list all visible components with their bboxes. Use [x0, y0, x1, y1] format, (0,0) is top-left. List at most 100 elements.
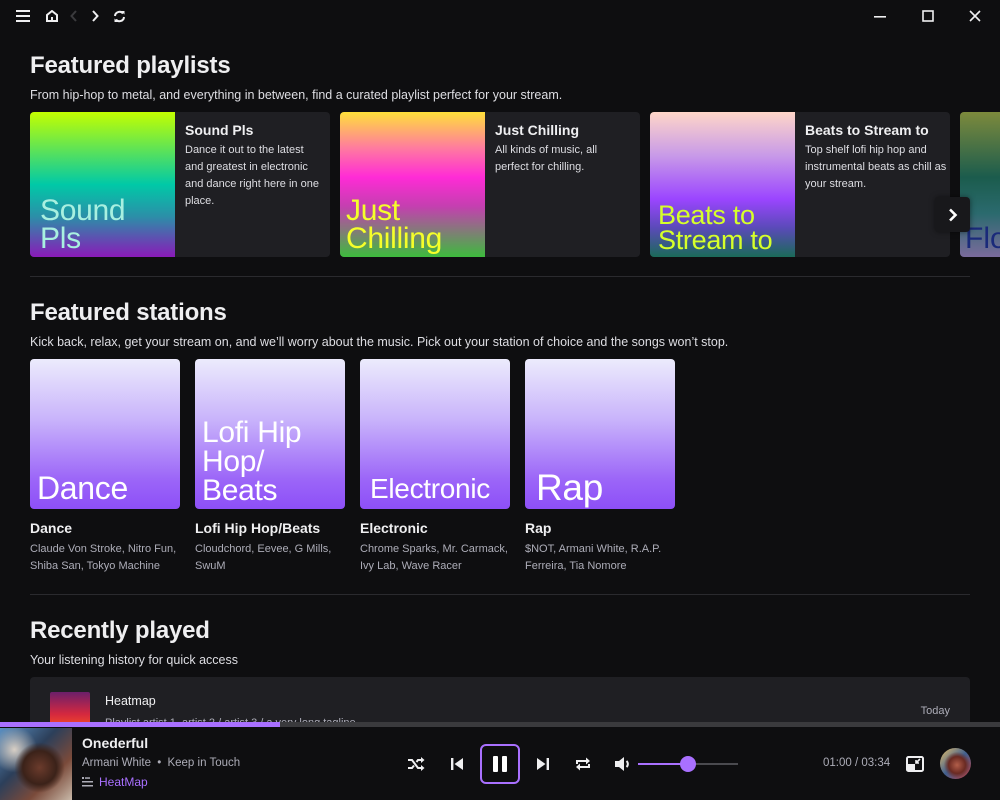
featured-playlists-header: Featured playlists From hip-hop to metal…	[30, 52, 970, 102]
minimize-button[interactable]	[870, 6, 890, 26]
time-separator: /	[851, 757, 862, 769]
close-icon	[969, 10, 981, 22]
maximize-icon	[922, 10, 934, 22]
section-divider	[30, 594, 970, 595]
playlist-card-partial[interactable]: Flo	[960, 112, 1000, 257]
playlist-art-text: Just Chilling	[346, 194, 442, 255]
station-art-text: Electronic	[370, 473, 490, 504]
playlist-card[interactable]: Sound Pls Sound Pls Dance it out to the …	[30, 112, 330, 257]
volume-button[interactable]	[612, 753, 634, 775]
menu-button[interactable]	[13, 6, 33, 26]
station-title: Rap	[525, 520, 552, 536]
playlist-art-text: Sound Pls	[40, 194, 126, 255]
station-card[interactable]: Rap Rap $NOT, Armani White, R.A.P. Ferre…	[525, 359, 675, 575]
menu-icon	[16, 10, 30, 22]
mini-player-icon	[906, 756, 924, 772]
back-button[interactable]	[64, 6, 84, 26]
carousel-next-button[interactable]	[935, 197, 970, 232]
volume-icon	[615, 757, 629, 771]
title-bar	[0, 0, 1000, 32]
total-duration: 03:34	[861, 757, 891, 769]
maximize-button[interactable]	[918, 6, 938, 26]
playlist-art: Just Chilling	[340, 112, 485, 257]
play-pause-button[interactable]	[480, 744, 520, 784]
playlist-card[interactable]: Beats to Stream to Beats to Stream to To…	[650, 112, 950, 257]
previous-button[interactable]	[446, 753, 468, 775]
track-meta: Armani White • Keep in Touch	[82, 757, 240, 769]
section-title: Recently played	[30, 617, 210, 644]
playlist-art: Beats to Stream to	[650, 112, 795, 257]
stations-row: Dance Dance Claude Von Stroke, Nitro Fun…	[30, 359, 970, 579]
playlist-title: Just Chilling	[495, 122, 579, 138]
playlist-title: Beats to Stream to	[805, 122, 929, 138]
album-cover[interactable]	[0, 728, 72, 800]
playlist-info: Beats to Stream to Top shelf lofi hip ho…	[795, 112, 950, 257]
pause-icon	[493, 756, 507, 772]
current-playlist-link[interactable]: HeatMap	[82, 775, 148, 789]
track-title[interactable]: Onederful	[82, 735, 148, 751]
main-content[interactable]: Featured playlists From hip-hop to metal…	[0, 32, 1000, 722]
station-art: Rap	[525, 359, 675, 509]
repeat-button[interactable]	[571, 753, 595, 775]
section-subtitle: From hip-hop to metal, and everything in…	[30, 88, 563, 102]
section-subtitle: Your listening history for quick access	[30, 653, 238, 667]
forward-button[interactable]	[85, 6, 105, 26]
back-icon	[70, 10, 77, 22]
station-art-text: Lofi Hip Hop/ Beats	[202, 416, 302, 507]
home-icon	[46, 10, 58, 22]
refresh-button[interactable]	[109, 6, 129, 26]
section-title: Featured playlists	[30, 52, 231, 79]
home-button[interactable]	[42, 6, 62, 26]
station-artists: Chrome Sparks, Mr. Carmack, Ivy Lab, Wav…	[360, 543, 508, 572]
skip-next-icon	[537, 758, 549, 770]
recently-played-thumbnail	[50, 692, 90, 722]
repeat-icon	[576, 757, 590, 771]
close-button[interactable]	[965, 6, 985, 26]
playlist-description: Dance it out to the latest and greatest …	[185, 144, 319, 207]
section-divider	[30, 276, 970, 277]
station-title: Electronic	[360, 520, 428, 536]
refresh-icon	[113, 10, 125, 22]
minimize-icon	[874, 16, 886, 18]
playlist-art: Sound Pls	[30, 112, 175, 257]
meta-separator: •	[157, 757, 162, 769]
user-avatar[interactable]	[940, 748, 971, 779]
section-title: Featured stations	[30, 299, 227, 326]
station-art: Electronic	[360, 359, 510, 509]
station-title: Lofi Hip Hop/Beats	[195, 520, 321, 536]
playback-time: 01:00 / 03:34	[823, 757, 890, 769]
station-card[interactable]: Dance Dance Claude Von Stroke, Nitro Fun…	[30, 359, 180, 575]
station-art: Dance	[30, 359, 180, 509]
playlist-carousel: Sound Pls Sound Pls Dance it out to the …	[30, 112, 1000, 257]
volume-slider[interactable]	[638, 756, 738, 772]
player-bar: Onederful Armani White • Keep in Touch H…	[0, 727, 1000, 800]
playlist-description: Top shelf lofi hip hop and instrumental …	[805, 144, 947, 190]
station-art-text: Dance	[37, 470, 129, 506]
station-artists: $NOT, Armani White, R.A.P. Ferreira, Tia…	[525, 543, 662, 572]
track-artist[interactable]: Armani White	[82, 757, 151, 769]
recently-played-item[interactable]: Heatmap Playlist artist 1, artist 2 / ar…	[30, 677, 970, 722]
playlist-card[interactable]: Just Chilling Just Chilling All kinds of…	[340, 112, 640, 257]
playlist-info: Just Chilling All kinds of music, all pe…	[485, 112, 640, 257]
playlist-name: HeatMap	[99, 775, 148, 789]
shuffle-button[interactable]	[405, 753, 427, 775]
playlist-icon	[82, 777, 93, 787]
next-button[interactable]	[532, 753, 554, 775]
forward-icon	[92, 10, 99, 22]
mini-player-button[interactable]	[904, 753, 926, 775]
station-card[interactable]: Electronic Electronic Chrome Sparks, Mr.…	[360, 359, 510, 575]
station-card[interactable]: Lofi Hip Hop/ Beats Lofi Hip Hop/Beats C…	[195, 359, 345, 575]
station-title: Dance	[30, 520, 73, 536]
playlist-description: All kinds of music, all perfect for chil…	[495, 144, 598, 173]
recently-played-header: Recently played Your listening history f…	[30, 617, 970, 667]
playlist-info: Sound Pls Dance it out to the latest and…	[175, 112, 330, 257]
section-subtitle: Kick back, relax, get your stream on, an…	[30, 335, 729, 349]
playlist-art-text: Flo	[965, 222, 1000, 255]
station-artists: Cloudchord, Eevee, G Mills, SwuM	[195, 543, 332, 572]
station-art-text: Rap	[536, 467, 603, 508]
volume-slider-knob[interactable]	[680, 756, 696, 772]
playlist-art-text: Beats to Stream to	[658, 200, 773, 255]
featured-stations-header: Featured stations Kick back, relax, get …	[30, 299, 970, 349]
recently-played-title: Heatmap	[105, 694, 156, 708]
track-album[interactable]: Keep in Touch	[167, 757, 240, 769]
